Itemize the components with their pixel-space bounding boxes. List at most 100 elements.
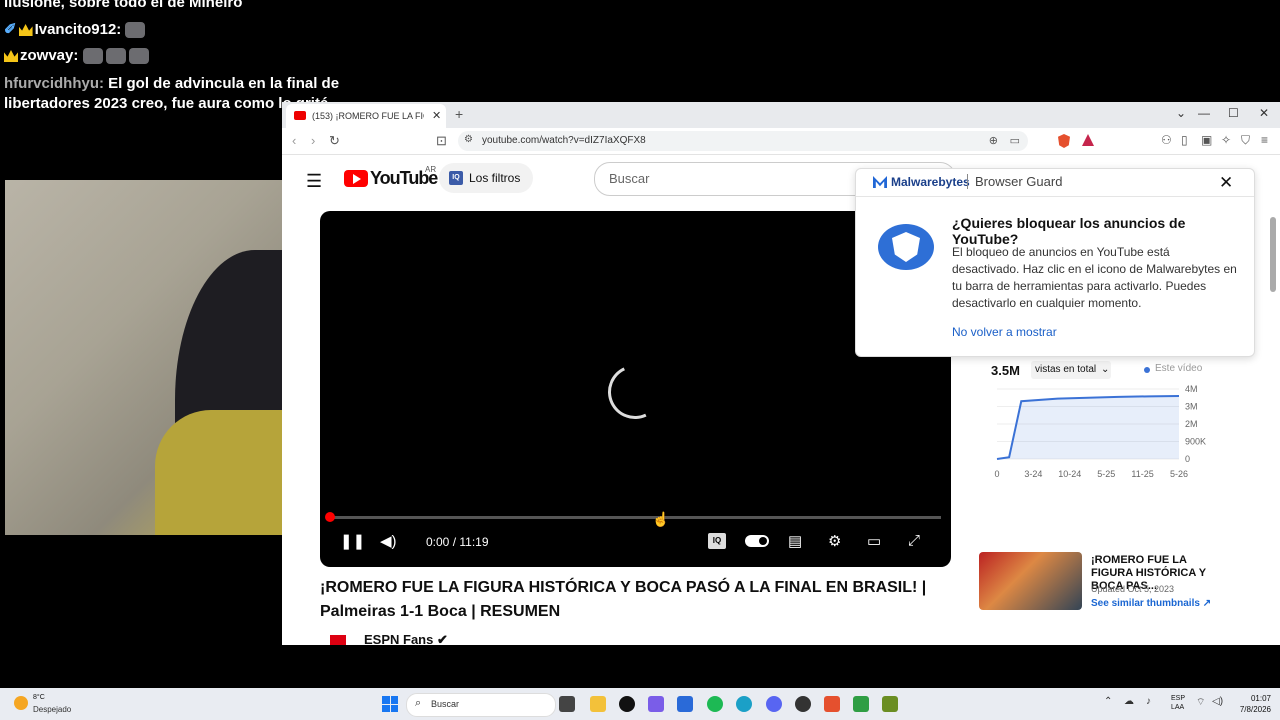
views-stats-panel: 3.5M vistas en total ⌄ Este vídeo 4M 3M 2M 9…: [979, 355, 1219, 535]
brave-rewards-icon[interactable]: [1082, 134, 1094, 146]
bookmark-icon[interactable]: ⊡: [436, 133, 447, 149]
loading-spinner-icon: [600, 357, 670, 427]
theater-mode-icon[interactable]: ▭: [867, 532, 881, 550]
hamburger-menu-icon[interactable]: ☰: [306, 171, 322, 192]
weather-desc: Despejado: [33, 705, 72, 714]
x-tick-label: 0: [994, 469, 999, 479]
webcam-shirt: [155, 410, 283, 535]
chat-username: zowvay:: [20, 47, 79, 64]
start-button[interactable]: [382, 696, 398, 712]
wifi-icon[interactable]: ⌔: [1196, 696, 1205, 709]
extensions-icon[interactable]: ⚇: [1161, 133, 1172, 147]
clock[interactable]: 01:07 7/8/2026: [1233, 693, 1271, 715]
popup-header: Malwarebytes Browser Guard ✕: [856, 169, 1254, 197]
tab-title: (153) ¡ROMERO FUE LA FIGURA: [312, 111, 424, 121]
maximize-button[interactable]: ☐: [1228, 106, 1239, 120]
brave-icon[interactable]: [824, 696, 840, 712]
chat-line-top: ilusione, sobre todo el de Mineiro: [4, 0, 243, 11]
taskbar-search-input[interactable]: ⌕ Buscar: [406, 693, 556, 717]
cast-icon[interactable]: ▭: [1010, 134, 1020, 147]
tab-close-icon[interactable]: ✕: [432, 109, 441, 122]
forward-arrow-icon[interactable]: ›: [311, 133, 315, 148]
site-info-icon[interactable]: ⚙: [464, 134, 473, 145]
dont-show-again-link[interactable]: No volver a mostrar: [952, 325, 1057, 339]
taskbar: 8°C Despejado ⌕ Buscar ⌃ ☁ ♪ ESP LAA ⌔ ◁)…: [0, 688, 1280, 720]
shield-icon: [878, 224, 934, 270]
iq-player-icon[interactable]: IQ: [708, 533, 726, 549]
popup-question: ¿Quieres bloquear los anuncios de YouTub…: [952, 215, 1186, 247]
browser-tab[interactable]: (153) ¡ROMERO FUE LA FIGURA ✕: [286, 104, 446, 128]
reload-icon[interactable]: ↻: [329, 133, 340, 149]
close-window-button[interactable]: ✕: [1259, 106, 1269, 120]
thumbnail-card[interactable]: ¡ROMERO FUE LA FIGURA HISTÓRICA Y BOCA P…: [979, 552, 1219, 616]
page-scrollbar[interactable]: [1270, 217, 1276, 292]
youtube-logo-icon[interactable]: [344, 170, 368, 187]
x-tick-label: 5-25: [1097, 469, 1115, 479]
autoplay-toggle[interactable]: [745, 535, 769, 547]
brave-shield-icon[interactable]: [1058, 134, 1070, 148]
emote-icon: [105, 48, 126, 65]
volume-tray-icon[interactable]: ◁): [1212, 696, 1223, 707]
zoom-icon[interactable]: ⊕: [989, 134, 998, 147]
tab-search-button[interactable]: ⌄: [1176, 106, 1186, 120]
leo-ai-icon[interactable]: ✧: [1221, 133, 1231, 147]
legend-dot: [1144, 367, 1150, 373]
thumbnail-updated: Updated Oct 5, 2023: [1091, 584, 1175, 594]
obs-icon[interactable]: [619, 696, 635, 712]
cursor-hand-icon: ☝: [652, 511, 670, 527]
search-icon: ⌕: [415, 697, 422, 709]
filters-button[interactable]: IQ Los filtros: [439, 163, 533, 193]
views-chart: 4M 3M 2M 900K 0 0 3-24 10-24 5-25 11-25 5-26: [994, 384, 1206, 479]
back-arrow-icon[interactable]: ‹: [292, 133, 296, 148]
thumbnail-image[interactable]: [979, 552, 1082, 610]
pause-icon[interactable]: ❚❚: [340, 532, 365, 550]
minecraft-icon[interactable]: [853, 696, 869, 712]
weather-sun-icon[interactable]: [14, 696, 28, 710]
similar-thumbnails-link[interactable]: See similar thumbnails ↗: [1091, 598, 1211, 609]
views-dropdown[interactable]: vistas en total ⌄: [1031, 361, 1111, 379]
file-explorer-icon[interactable]: [590, 696, 606, 712]
minecraft-launcher-icon[interactable]: [882, 696, 898, 712]
language-indicator[interactable]: ESP LAA: [1171, 694, 1185, 712]
chevron-down-icon: ⌄: [1101, 364, 1110, 375]
minimize-button[interactable]: —: [1198, 106, 1210, 120]
webcam-feed: [5, 180, 283, 535]
wallet-icon[interactable]: ▣: [1201, 133, 1212, 147]
country-code: AR: [425, 165, 437, 174]
y-tick-label: 3M: [1185, 402, 1198, 412]
sidebar-icon[interactable]: ▯: [1181, 133, 1188, 147]
settings-gear-icon[interactable]: ⚙: [828, 532, 841, 550]
steam-icon[interactable]: [795, 696, 811, 712]
clock-time: 01:07: [1250, 694, 1271, 703]
progress-bar[interactable]: [330, 516, 941, 519]
channel-avatar[interactable]: [330, 635, 346, 645]
taskbar-search-placeholder: Buscar: [431, 699, 460, 709]
malwarebytes-logo-icon: [873, 176, 887, 188]
new-tab-button[interactable]: +: [455, 106, 463, 122]
store-icon[interactable]: [677, 696, 693, 712]
network-icon[interactable]: ☁: [1124, 696, 1134, 707]
discord-icon[interactable]: [766, 696, 782, 712]
show-hidden-icons-icon[interactable]: ⌃: [1104, 696, 1112, 707]
task-view-icon[interactable]: [559, 696, 575, 712]
address-bar[interactable]: ⚙ youtube.com/watch?v=dIZ7IaXQFX8 ⊕ ▭: [458, 131, 1028, 151]
emote-icon: [128, 48, 149, 65]
volume-icon[interactable]: ◀): [380, 532, 397, 550]
edge-icon[interactable]: [736, 696, 752, 712]
spotify-icon[interactable]: [707, 696, 723, 712]
views-dropdown-label: vistas en total: [1035, 364, 1097, 375]
scrubber-handle[interactable]: [325, 512, 335, 522]
url-text: youtube.com/watch?v=dIZ7IaXQFX8: [482, 135, 646, 146]
crown-icon: [4, 50, 18, 63]
fullscreen-icon[interactable]: ⤢: [908, 532, 920, 549]
menu-icon[interactable]: ≡: [1261, 133, 1268, 147]
close-icon[interactable]: ✕: [1219, 173, 1233, 193]
popup-brand: Malwarebytes: [891, 175, 970, 189]
microphone-icon[interactable]: ♪: [1146, 696, 1151, 707]
subtitles-icon[interactable]: ▤: [788, 532, 802, 550]
copilot-icon[interactable]: [648, 696, 664, 712]
sword-icon: ✐: [4, 21, 17, 38]
legend-label: Este vídeo: [1155, 363, 1203, 374]
channel-name[interactable]: ESPN Fans ✔: [364, 632, 448, 645]
vpn-icon[interactable]: ⛉: [1241, 133, 1250, 148]
